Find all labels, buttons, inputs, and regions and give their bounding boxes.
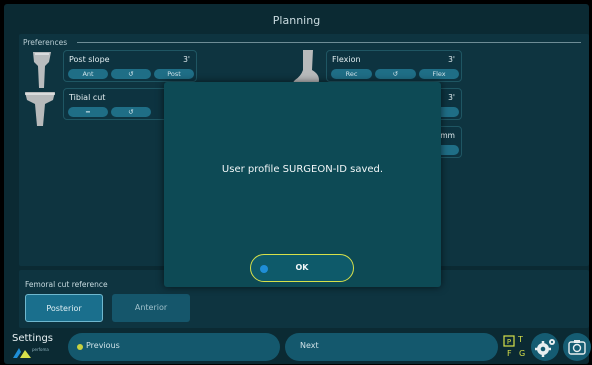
post-slope-label: Post slope <box>69 55 110 64</box>
ok-label: OK <box>295 263 309 272</box>
tracking-t: T <box>518 335 523 344</box>
svg-text:P: P <box>507 338 511 346</box>
ok-button[interactable]: OK <box>250 254 354 282</box>
tibia-slope-icon <box>33 52 51 88</box>
footer-bar: Settings perfoma Previous Next P T F G <box>4 330 591 361</box>
right-param-2-value: 3' <box>448 93 455 102</box>
dialog-message: User profile SURGEON-ID saved. <box>221 164 384 175</box>
camera-icon <box>568 340 586 355</box>
flexion-flex-button[interactable]: Flex <box>419 69 459 79</box>
flexion-reset-button[interactable]: ↺ <box>375 69 416 79</box>
settings-label[interactable]: Settings <box>12 333 53 344</box>
flexion-value: 3' <box>448 55 455 64</box>
preferences-label: Preferences <box>23 38 68 47</box>
post-slope-reset-button[interactable]: ↺ <box>111 69 151 79</box>
tibial-cut-label: Tibial cut <box>69 93 106 102</box>
flexion-label: Flexion <box>332 55 361 64</box>
logo-icon <box>13 348 31 358</box>
screenshot-button[interactable] <box>563 333 591 361</box>
post-slope-ant-button[interactable]: Ant <box>68 69 108 79</box>
post-slope-value: 3' <box>183 55 190 64</box>
gear-icon <box>535 339 555 357</box>
tibial-cut-minus-button[interactable]: ━ <box>68 107 108 117</box>
anterior-button[interactable]: Anterior <box>112 294 190 322</box>
right-param-3-unit: mm <box>440 131 455 140</box>
femoral-cut-label: Femoral cut reference <box>25 280 108 289</box>
confirmation-dialog: User profile SURGEON-ID saved. OK <box>164 82 441 287</box>
post-slope-param: Post slope 3' Ant ↺ Post <box>63 50 197 82</box>
previous-button[interactable]: Previous <box>68 333 280 361</box>
tibial-cut-icon <box>25 92 55 126</box>
previous-label: Previous <box>86 341 120 350</box>
next-label: Next <box>300 341 319 350</box>
preferences-divider <box>77 42 581 43</box>
posterior-button[interactable]: Posterior <box>25 294 103 322</box>
tibial-cut-reset-button[interactable]: ↺ <box>111 107 151 117</box>
previous-indicator-dot <box>77 344 83 350</box>
settings-gear-button[interactable] <box>531 333 559 361</box>
page-title: Planning <box>272 14 321 27</box>
flexion-param: Flexion 3' Rec ↺ Flex <box>326 50 462 82</box>
tracking-g: G <box>519 349 526 358</box>
logo-text: perfoma <box>32 347 49 352</box>
post-slope-post-button[interactable]: Post <box>154 69 194 79</box>
tracking-f: F <box>507 349 512 358</box>
tracking-status: P T F G <box>502 333 532 361</box>
next-button[interactable]: Next <box>285 333 498 361</box>
flexion-rec-button[interactable]: Rec <box>331 69 372 79</box>
